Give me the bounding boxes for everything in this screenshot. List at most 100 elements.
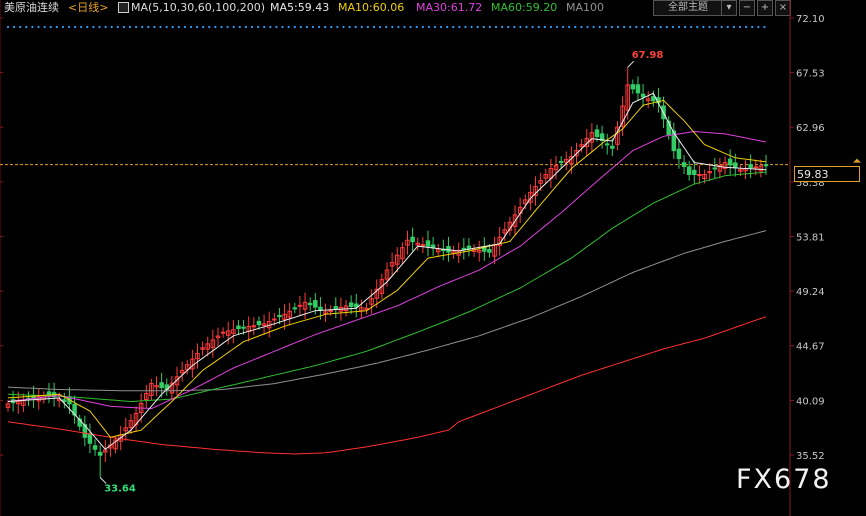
header-dot <box>568 25 571 29</box>
header-dot <box>531 25 534 29</box>
header-dot <box>189 25 193 29</box>
header-dot <box>592 25 595 29</box>
header-dot <box>238 25 241 29</box>
candle-body <box>277 315 282 318</box>
header-dot <box>464 25 467 29</box>
candle-body <box>487 249 492 253</box>
price-marker-icon <box>853 158 861 163</box>
header-dot <box>738 25 742 29</box>
header-dot <box>391 25 394 29</box>
header-dot <box>37 25 40 29</box>
candle-body <box>430 244 436 249</box>
candle-body <box>748 164 753 169</box>
header-dot <box>342 25 345 29</box>
y-tick-label: 35.52 <box>796 451 825 462</box>
header-dot <box>519 25 522 29</box>
header-dot <box>13 25 16 29</box>
candle-body <box>241 326 246 329</box>
ma100-line <box>7 230 767 392</box>
header-dot <box>440 25 443 29</box>
candle-body <box>594 129 600 138</box>
header-dot <box>311 25 315 29</box>
header-dot <box>494 25 498 29</box>
header-dot <box>354 25 357 29</box>
header-dot <box>202 25 205 29</box>
header-dot <box>726 25 729 29</box>
header-dot <box>525 25 528 29</box>
candle-body <box>676 148 682 160</box>
header-dot <box>19 25 22 29</box>
header-dot <box>153 25 156 29</box>
header-dot <box>379 25 382 29</box>
header-dot <box>43 25 46 29</box>
header-dot <box>574 25 577 29</box>
price-chart[interactable]: 72.1067.5362.9658.3853.8149.2444.6740.09… <box>0 0 866 516</box>
header-dot <box>696 25 699 29</box>
header-dot <box>55 25 58 29</box>
header-dot <box>293 25 296 29</box>
y-tick-label: 72.10 <box>796 14 825 25</box>
header-dot <box>549 25 553 29</box>
header-dot <box>616 25 620 29</box>
header-dot <box>214 25 217 29</box>
header-dot <box>135 25 138 29</box>
header-dot <box>732 25 736 29</box>
candle-body <box>62 399 67 402</box>
header-dot <box>31 25 34 29</box>
header-dot <box>684 25 687 29</box>
header-dot <box>562 25 565 29</box>
header-dot <box>61 25 64 29</box>
candle-body <box>558 160 564 164</box>
header-dot <box>336 25 339 29</box>
candle-body <box>425 240 431 247</box>
candle-body <box>364 307 369 310</box>
header-dot <box>629 25 632 29</box>
header-dot <box>177 25 180 29</box>
header-dot <box>446 25 449 29</box>
candle-body <box>46 391 52 395</box>
header-dot <box>665 25 668 29</box>
current-price-label: 59.83 <box>794 166 860 182</box>
candle-body <box>640 93 646 98</box>
candle-body <box>681 162 687 168</box>
header-dot <box>543 25 546 29</box>
header-dot <box>49 25 52 29</box>
header-dot <box>702 25 705 29</box>
header-dot <box>196 25 199 29</box>
header-dot <box>482 25 485 29</box>
header-dot <box>360 25 363 29</box>
header-dot <box>287 25 290 29</box>
y-tick-label: 62.96 <box>796 123 825 134</box>
header-dot <box>458 25 461 29</box>
y-tick-label: 44.67 <box>796 342 825 353</box>
header-dot <box>409 25 412 29</box>
candle-body <box>410 236 415 243</box>
header-dot <box>476 25 479 29</box>
header-dot <box>610 25 614 29</box>
candle-body <box>712 167 718 170</box>
header-dot <box>305 25 308 29</box>
candle-body <box>348 302 354 308</box>
header-dot <box>250 25 254 29</box>
candle-body <box>328 309 333 312</box>
header-dot <box>580 25 583 29</box>
candle-body <box>87 433 93 444</box>
header-dot <box>720 25 723 29</box>
header-dot <box>537 25 540 29</box>
header-dot <box>128 25 132 29</box>
ma60-line <box>7 171 767 403</box>
header-dot <box>110 25 113 29</box>
header-dot <box>757 25 760 29</box>
header-dot <box>232 25 235 29</box>
header-dot <box>257 25 260 29</box>
header-dot <box>67 25 71 29</box>
candle-body <box>692 169 697 175</box>
header-dot <box>659 25 662 29</box>
header-dot <box>263 25 266 29</box>
candle-body <box>733 162 738 168</box>
header-dot <box>226 25 229 29</box>
header-dot <box>403 25 406 29</box>
header-dot <box>220 25 223 29</box>
candle-body <box>420 244 426 247</box>
header-dot <box>513 25 516 29</box>
